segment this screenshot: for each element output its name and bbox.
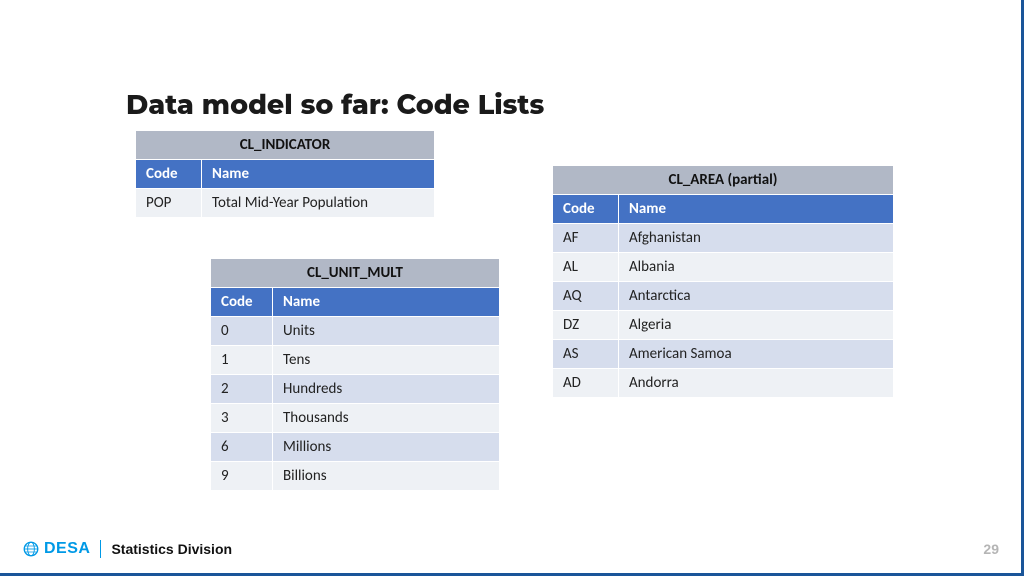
cell-name: Billions xyxy=(273,462,500,491)
table-row: 2Hundreds xyxy=(211,375,500,404)
cell-code: DZ xyxy=(553,311,619,340)
table-caption: CL_INDICATOR xyxy=(136,131,435,160)
cell-code: AS xyxy=(553,340,619,369)
table-row: 0Units xyxy=(211,317,500,346)
table-cl-unit-mult: CL_UNIT_MULT Code Name 0Units 1Tens 2Hun… xyxy=(210,258,500,491)
cell-code: 9 xyxy=(211,462,273,491)
cell-name: Millions xyxy=(273,433,500,462)
cell-code: 6 xyxy=(211,433,273,462)
slide-title: Data model so far: Code Lists xyxy=(126,88,544,121)
footer: DESA Statistics Division 29 xyxy=(0,537,1021,561)
cell-code: 2 xyxy=(211,375,273,404)
table-row: 1Tens xyxy=(211,346,500,375)
table-caption: CL_UNIT_MULT xyxy=(211,259,500,288)
table-row: 9Billions xyxy=(211,462,500,491)
column-header-name: Name xyxy=(202,160,435,189)
cell-name: Tens xyxy=(273,346,500,375)
cell-name: Andorra xyxy=(619,369,894,398)
column-header-name: Name xyxy=(273,288,500,317)
table-caption: CL_AREA (partial) xyxy=(553,166,894,195)
cell-name: Units xyxy=(273,317,500,346)
footer-separator xyxy=(100,540,101,558)
cell-code: 3 xyxy=(211,404,273,433)
footer-division: Statistics Division xyxy=(111,541,232,557)
cell-name: Afghanistan xyxy=(619,224,894,253)
cell-name: Hundreds xyxy=(273,375,500,404)
column-header-code: Code xyxy=(136,160,202,189)
cell-code: AQ xyxy=(553,282,619,311)
cell-code: AL xyxy=(553,253,619,282)
table-row: 3Thousands xyxy=(211,404,500,433)
table-row: POP Total Mid-Year Population xyxy=(136,189,435,218)
un-globe-icon xyxy=(22,540,40,558)
column-header-code: Code xyxy=(211,288,273,317)
table-row: DZAlgeria xyxy=(553,311,894,340)
cell-code: POP xyxy=(136,189,202,218)
table-row: ASAmerican Samoa xyxy=(553,340,894,369)
cell-code: 1 xyxy=(211,346,273,375)
cell-name: Algeria xyxy=(619,311,894,340)
slide: Data model so far: Code Lists CL_INDICAT… xyxy=(0,0,1024,576)
cell-code: 0 xyxy=(211,317,273,346)
table-cl-indicator: CL_INDICATOR Code Name POP Total Mid-Yea… xyxy=(135,130,435,218)
page-number: 29 xyxy=(983,541,999,557)
table-row: ADAndorra xyxy=(553,369,894,398)
cell-name: Antarctica xyxy=(619,282,894,311)
table-row: ALAlbania xyxy=(553,253,894,282)
cell-code: AD xyxy=(553,369,619,398)
footer-org: DESA xyxy=(44,540,90,558)
cell-code: AF xyxy=(553,224,619,253)
table-row: 6Millions xyxy=(211,433,500,462)
cell-name: American Samoa xyxy=(619,340,894,369)
cell-name: Thousands xyxy=(273,404,500,433)
column-header-code: Code xyxy=(553,195,619,224)
table-row: AQAntarctica xyxy=(553,282,894,311)
cell-name: Albania xyxy=(619,253,894,282)
table-row: AFAfghanistan xyxy=(553,224,894,253)
cell-name: Total Mid-Year Population xyxy=(202,189,435,218)
column-header-name: Name xyxy=(619,195,894,224)
table-cl-area: CL_AREA (partial) Code Name AFAfghanista… xyxy=(552,165,894,398)
